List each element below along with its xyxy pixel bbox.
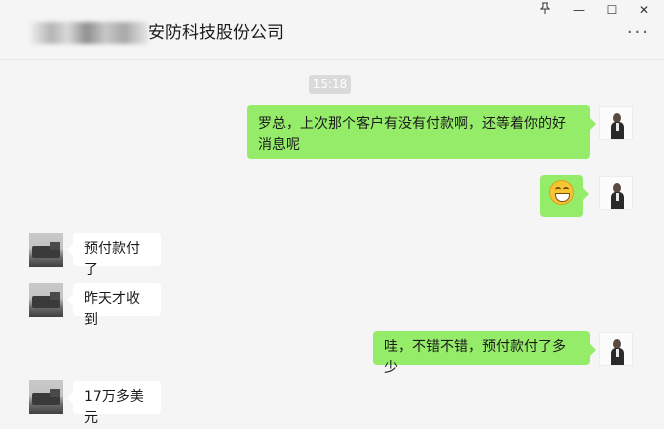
avatar-truck-cab: [50, 242, 60, 250]
redacted-name-blur: [30, 22, 148, 44]
chat-header: 安防科技股份公司 — ☐ ✕ ···: [0, 0, 664, 60]
message-text: 昨天才收到: [84, 291, 140, 328]
message-text: 预付款付了: [84, 241, 140, 278]
maximize-button[interactable]: ☐: [602, 2, 622, 18]
chat-title: 安防科技股份公司: [148, 23, 284, 43]
contact-avatar[interactable]: [29, 283, 63, 317]
message-text: 哇，不错不错，预付款付了多少: [384, 339, 566, 376]
message-bubble-outgoing[interactable]: 罗总，上次那个客户有没有付款啊，还等着你的好消息呢: [247, 105, 596, 159]
pin-icon[interactable]: [535, 2, 555, 19]
contact-avatar[interactable]: [29, 233, 63, 267]
my-avatar[interactable]: [599, 106, 633, 140]
message-bubble-incoming[interactable]: 17万多美元: [67, 381, 161, 426]
message-bubble-outgoing-emoji[interactable]: [540, 175, 589, 217]
emoji-eye: [563, 187, 569, 192]
message-bubble-outgoing[interactable]: 哇，不错不错，预付款付了多少: [373, 331, 596, 376]
avatar-shirt: [616, 349, 619, 357]
avatar-truck-cab: [50, 389, 60, 397]
message-bubble-incoming[interactable]: 昨天才收到: [67, 283, 161, 328]
message-text: 17万多美元: [84, 389, 144, 426]
message-bubble-incoming[interactable]: 预付款付了: [67, 233, 161, 278]
close-button[interactable]: ✕: [634, 2, 654, 18]
my-avatar[interactable]: [599, 176, 633, 210]
contact-avatar[interactable]: [29, 380, 63, 414]
more-options-button[interactable]: ···: [627, 24, 650, 42]
minimize-button[interactable]: —: [569, 2, 589, 18]
grinning-face-emoji-icon: [549, 180, 574, 205]
avatar-shirt: [616, 193, 619, 201]
my-avatar[interactable]: [599, 332, 633, 366]
avatar-shirt: [616, 123, 619, 131]
emoji-eye: [555, 187, 561, 192]
emoji-mouth: [555, 193, 570, 202]
avatar-truck-cab: [50, 292, 60, 300]
message-timestamp: 15:18: [309, 75, 351, 94]
message-text: 罗总，上次那个客户有没有付款啊，还等着你的好消息呢: [258, 116, 566, 153]
